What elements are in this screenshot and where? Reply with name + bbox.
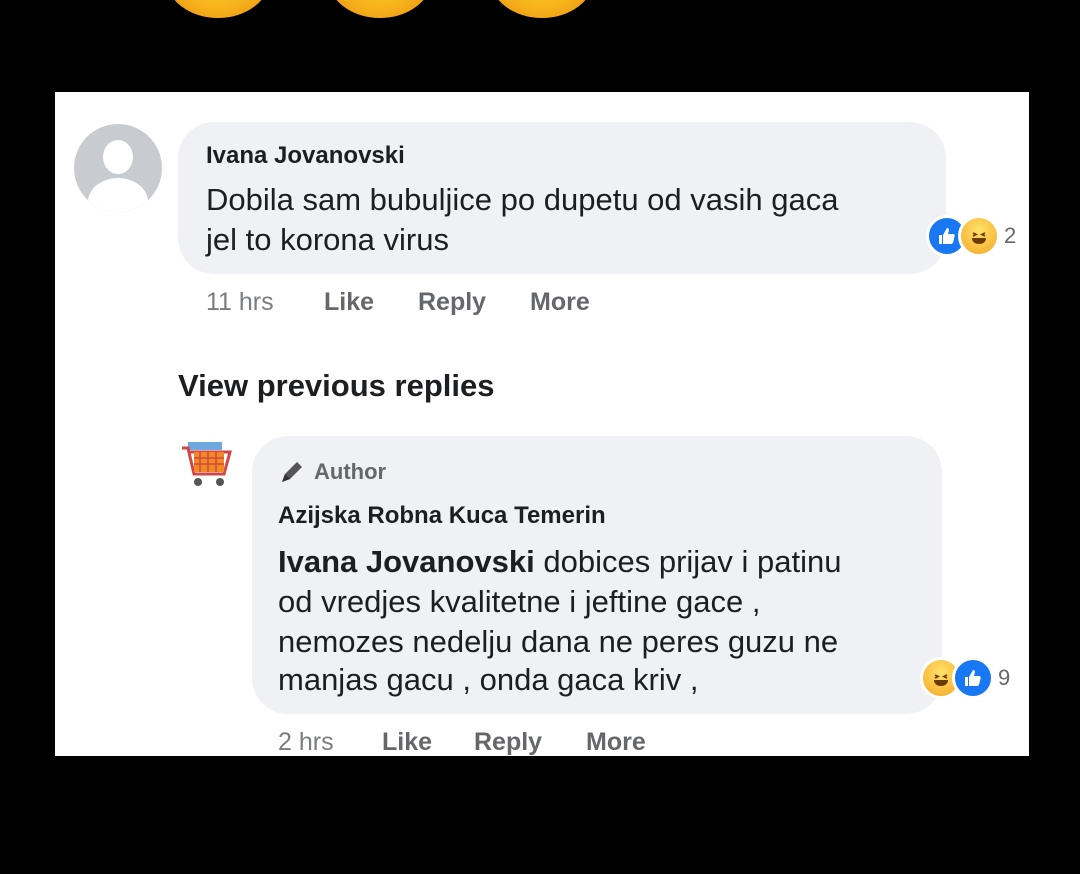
reply-text-line-3: nemozes nedelju dana ne peres guzu ne: [278, 624, 839, 659]
comment-reactions[interactable]: 2: [926, 214, 1016, 258]
reply-text-line-1: Ivana Jovanovski dobices prijav i patinu: [278, 542, 841, 582]
author-badge: Author: [278, 458, 386, 486]
comment-author-name[interactable]: Ivana Jovanovski: [206, 142, 405, 170]
laughing-emoji-icon: [166, 0, 270, 18]
view-previous-replies-link[interactable]: View previous replies: [178, 368, 494, 404]
laughing-emoji-icon: [490, 0, 594, 18]
pen-icon: [282, 462, 302, 482]
laughing-emoji-icon: [328, 0, 432, 18]
reply-text-segment: dobices prijav i patinu: [534, 544, 842, 579]
like-reaction-icon: [952, 657, 994, 699]
reaction-count: 2: [1004, 223, 1017, 248]
haha-reaction-icon: [958, 215, 1000, 257]
reply-text-line-2: od vredjes kvalitetne i jeftine gace ,: [278, 584, 761, 619]
mentioned-user-link[interactable]: Ivana Jovanovski: [278, 544, 535, 579]
author-badge-label: Author: [314, 459, 387, 484]
reply-timestamp[interactable]: 2 hrs: [278, 728, 334, 757]
comment-text-line-2: jel to korona virus: [206, 222, 449, 257]
default-avatar-icon[interactable]: [74, 124, 162, 212]
reply-reactions[interactable]: 9: [920, 656, 1010, 700]
like-button[interactable]: Like: [324, 288, 374, 317]
shopping-cart-avatar-icon[interactable]: [178, 432, 238, 496]
comment-text-line-1: Dobila sam bubuljice po dupetu od vasih …: [206, 182, 839, 217]
more-button[interactable]: More: [530, 288, 590, 317]
reply-button[interactable]: Reply: [474, 728, 542, 757]
reply-text-line-4: manjas gacu , onda gaca kriv ,: [278, 662, 699, 697]
reaction-count: 9: [998, 665, 1011, 690]
reply-button[interactable]: Reply: [418, 288, 486, 317]
reply-author-name[interactable]: Azijska Robna Kuca Temerin: [278, 502, 606, 530]
like-button[interactable]: Like: [382, 728, 432, 757]
more-button[interactable]: More: [586, 728, 646, 757]
comment-timestamp[interactable]: 11 hrs: [206, 288, 274, 317]
